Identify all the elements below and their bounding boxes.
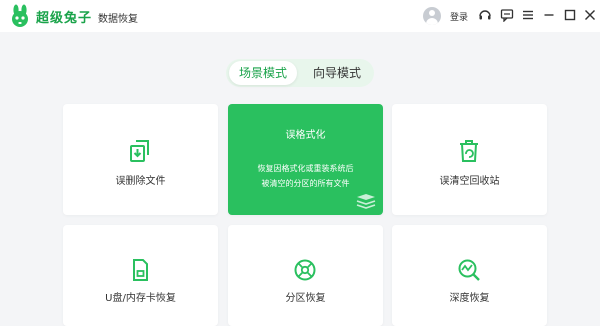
rabbit-logo-icon [12, 4, 28, 27]
mode-switch: 场景模式 向导模式 [226, 59, 374, 87]
brand-name: 超级兔子 [36, 11, 93, 26]
card-deep-recovery-label: 深度恢复 [449, 293, 490, 304]
maximize-icon[interactable] [563, 8, 577, 22]
menu-icon[interactable] [521, 8, 535, 22]
card-deleted-files[interactable]: 误删除文件 [63, 104, 218, 215]
tab-wizard-mode[interactable]: 向导模式 [303, 61, 371, 85]
card-format-description-line-2: 被清空的分区的所有文件 [261, 179, 350, 188]
close-icon[interactable] [583, 8, 597, 22]
partition-icon [294, 259, 316, 281]
sd-card-icon [133, 259, 148, 281]
avatar-head [429, 10, 435, 16]
card-partition-recovery[interactable]: 分区恢复 [228, 225, 383, 326]
feedback-icon[interactable] [500, 8, 514, 22]
card-recycle-bin-label: 误清空回收站 [439, 176, 500, 187]
recycle-bin-icon [460, 140, 478, 162]
card-usb-memory-card-label: U盘/内存卡恢复 [105, 293, 176, 304]
disk-layers-icon [356, 194, 376, 209]
card-format-title: 误格式化 [285, 130, 326, 141]
title-bar: 超级兔子 数据恢复 登录 [0, 0, 600, 32]
minimize-icon[interactable] [542, 8, 556, 22]
card-deep-recovery[interactable]: 深度恢复 [392, 225, 547, 326]
card-format-recovery[interactable]: 误格式化 恢复因格式化或重装系统后 被清空的分区的所有文件 [228, 104, 383, 215]
card-format-description: 恢复因格式化或重装系统后 被清空的分区的所有文件 [228, 161, 383, 191]
avatar[interactable] [423, 7, 441, 25]
login-link[interactable]: 登录 [450, 10, 468, 23]
product-name: 数据恢复 [98, 14, 138, 25]
tab-scene-mode[interactable]: 场景模式 [229, 61, 297, 85]
card-format-description-line-1: 恢复因格式化或重装系统后 [257, 164, 354, 173]
card-usb-memory-card[interactable]: U盘/内存卡恢复 [63, 225, 218, 326]
avatar-body [426, 18, 438, 25]
card-deleted-files-label: 误删除文件 [115, 176, 166, 187]
file-recover-icon [130, 140, 149, 162]
deep-scan-icon [458, 259, 480, 281]
card-recycle-bin[interactable]: 误清空回收站 [392, 104, 547, 215]
support-icon[interactable] [478, 8, 492, 22]
card-partition-recovery-label: 分区恢复 [285, 293, 326, 304]
